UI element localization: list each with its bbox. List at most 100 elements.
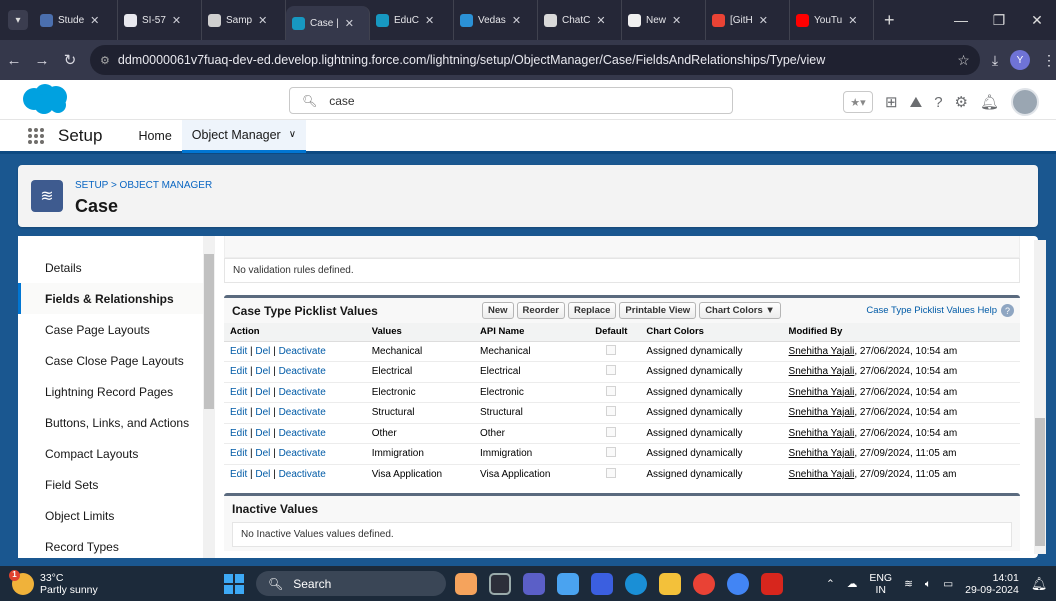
chrome-icon[interactable]	[693, 573, 715, 595]
app-launcher-icon[interactable]	[28, 128, 44, 144]
picklist-button[interactable]: Reorder	[516, 302, 565, 319]
edit-link[interactable]: Edit	[230, 407, 247, 418]
deactivate-link[interactable]: Deactivate	[279, 387, 326, 398]
volume-icon[interactable]: 🔈︎	[925, 578, 931, 591]
back-icon[interactable]: ←	[0, 52, 28, 69]
profile-avatar[interactable]: Y	[1010, 50, 1031, 70]
weather-widget[interactable]: 1 33°C Partly sunny	[9, 569, 98, 596]
sidebar-item[interactable]: Details	[18, 252, 213, 283]
edit-link[interactable]: Edit	[230, 387, 247, 398]
user-link[interactable]: Snehitha Yajali	[789, 366, 855, 377]
acrobat-icon[interactable]	[761, 573, 783, 595]
browser-tab[interactable]: ChatC ✕	[538, 0, 622, 40]
del-link[interactable]: Del	[255, 407, 270, 418]
deactivate-link[interactable]: Deactivate	[279, 366, 326, 377]
user-link[interactable]: Snehitha Yajali	[789, 448, 855, 459]
deactivate-link[interactable]: Deactivate	[279, 407, 326, 418]
browser-menu-icon[interactable]: ⋮	[1042, 52, 1056, 69]
tab-close-icon[interactable]: ✕	[596, 14, 605, 27]
sidebar-item[interactable]: Case Close Page Layouts	[18, 345, 213, 376]
store-icon[interactable]	[591, 573, 613, 595]
deactivate-link[interactable]: Deactivate	[279, 346, 326, 357]
tab-close-icon[interactable]: ✕	[258, 14, 267, 27]
setup-gear-icon[interactable]: ⚙	[955, 93, 968, 111]
sidebar-item[interactable]: Case Page Layouts	[18, 314, 213, 345]
address-bar[interactable]: ⚙ ddm0000061v7fuaq-dev-ed.develop.lightn…	[90, 45, 980, 75]
sidebar-item[interactable]: Fields & Relationships	[18, 283, 213, 314]
copilot-icon[interactable]	[557, 573, 579, 595]
edit-link[interactable]: Edit	[230, 469, 247, 480]
deactivate-link[interactable]: Deactivate	[279, 469, 326, 480]
del-link[interactable]: Del	[255, 448, 270, 459]
browser-tab[interactable]: Samp ✕	[202, 0, 286, 40]
page-scroll-thumb[interactable]	[1035, 418, 1045, 546]
browser-tab[interactable]: Vedas ✕	[454, 0, 538, 40]
notification-bell-icon[interactable]: 🔔︎	[1031, 576, 1048, 592]
tab-close-icon[interactable]: ✕	[848, 14, 857, 27]
minimize-icon[interactable]: —	[942, 12, 980, 29]
new-tab-button[interactable]: +	[874, 10, 905, 31]
browser-tab[interactable]: New ✕	[622, 0, 706, 40]
breadcrumb[interactable]: SETUP > OBJECT MANAGER	[75, 180, 212, 191]
edit-link[interactable]: Edit	[230, 448, 247, 459]
restore-icon[interactable]: ❐	[980, 12, 1018, 29]
nav-item-object-manager[interactable]: Object Manager ∨	[181, 119, 307, 153]
windows-start-icon[interactable]	[224, 574, 244, 594]
tray-chevron-icon[interactable]: ⌃	[826, 578, 835, 590]
edit-link[interactable]: Edit	[230, 346, 247, 357]
help-icon[interactable]: ?	[1001, 304, 1014, 317]
tab-close-icon[interactable]: ✕	[90, 14, 99, 27]
task-view-icon[interactable]	[489, 573, 511, 595]
sidebar-item[interactable]: Field Sets	[18, 469, 213, 500]
favorites-icon[interactable]: ★▾	[843, 91, 873, 113]
picklist-button[interactable]: Replace	[567, 302, 617, 319]
download-icon[interactable]: ⤓	[992, 52, 998, 69]
sidebar-item[interactable]: Object Limits	[18, 500, 213, 531]
tab-close-icon[interactable]: ✕	[759, 14, 768, 27]
edit-link[interactable]: Edit	[230, 428, 247, 439]
notifications-bell-icon[interactable]: 🔔︎	[980, 93, 999, 111]
tab-close-icon[interactable]: ✕	[672, 14, 681, 27]
global-actions-icon[interactable]: ⊞	[885, 93, 898, 111]
tab-close-icon[interactable]: ✕	[512, 14, 521, 27]
del-link[interactable]: Del	[255, 428, 270, 439]
user-link[interactable]: Snehitha Yajali	[789, 469, 855, 480]
del-link[interactable]: Del	[255, 387, 270, 398]
del-link[interactable]: Del	[255, 366, 270, 377]
sidebar-item[interactable]: Record Types	[18, 531, 213, 562]
user-link[interactable]: Snehitha Yajali	[789, 428, 855, 439]
sidebar-item[interactable]: Lightning Record Pages	[18, 376, 213, 407]
browser-tab[interactable]: Case | ✕	[286, 6, 370, 40]
forward-icon[interactable]: →	[28, 52, 56, 69]
bookmark-star-icon[interactable]: ☆	[957, 52, 970, 69]
user-link[interactable]: Snehitha Yajali	[789, 346, 855, 357]
browser-tab[interactable]: EduC ✕	[370, 0, 454, 40]
widgets-app-icon[interactable]	[455, 573, 477, 595]
browser-tab[interactable]: SI-57 ✕	[118, 0, 202, 40]
sidebar-item[interactable]: Buttons, Links, and Actions	[18, 407, 213, 438]
del-link[interactable]: Del	[255, 346, 270, 357]
deactivate-link[interactable]: Deactivate	[279, 448, 326, 459]
chevron-down-icon[interactable]: ∨	[289, 129, 296, 140]
onedrive-icon[interactable]: ☁	[847, 578, 858, 590]
taskbar-clock[interactable]: 14:01 29-09-2024	[965, 572, 1019, 596]
trailhead-icon[interactable]: ⛰	[910, 94, 923, 111]
user-avatar[interactable]	[1011, 88, 1040, 116]
language-indicator[interactable]: ENG IN	[869, 572, 892, 596]
sidebar-scroll-thumb[interactable]	[204, 254, 214, 409]
edit-link[interactable]: Edit	[230, 366, 247, 377]
picklist-button[interactable]: New	[482, 302, 514, 319]
salesforce-logo[interactable]	[20, 83, 70, 115]
browser-tab[interactable]: YouTu ✕	[790, 0, 874, 40]
global-search-input[interactable]: 🔍︎ case	[289, 87, 733, 114]
picklist-button[interactable]: Chart Colors ▼	[699, 302, 781, 319]
picklist-button[interactable]: Printable View	[619, 302, 697, 319]
edge-icon[interactable]	[625, 573, 647, 595]
file-explorer-icon[interactable]	[659, 573, 681, 595]
site-info-icon[interactable]: ⚙	[100, 54, 110, 67]
browser-tab[interactable]: [GitH ✕	[706, 0, 790, 40]
user-link[interactable]: Snehitha Yajali	[789, 407, 855, 418]
browser-tab[interactable]: Stude ✕	[34, 0, 118, 40]
tab-search-button[interactable]: ▾	[8, 10, 28, 30]
teams-icon[interactable]	[523, 573, 545, 595]
